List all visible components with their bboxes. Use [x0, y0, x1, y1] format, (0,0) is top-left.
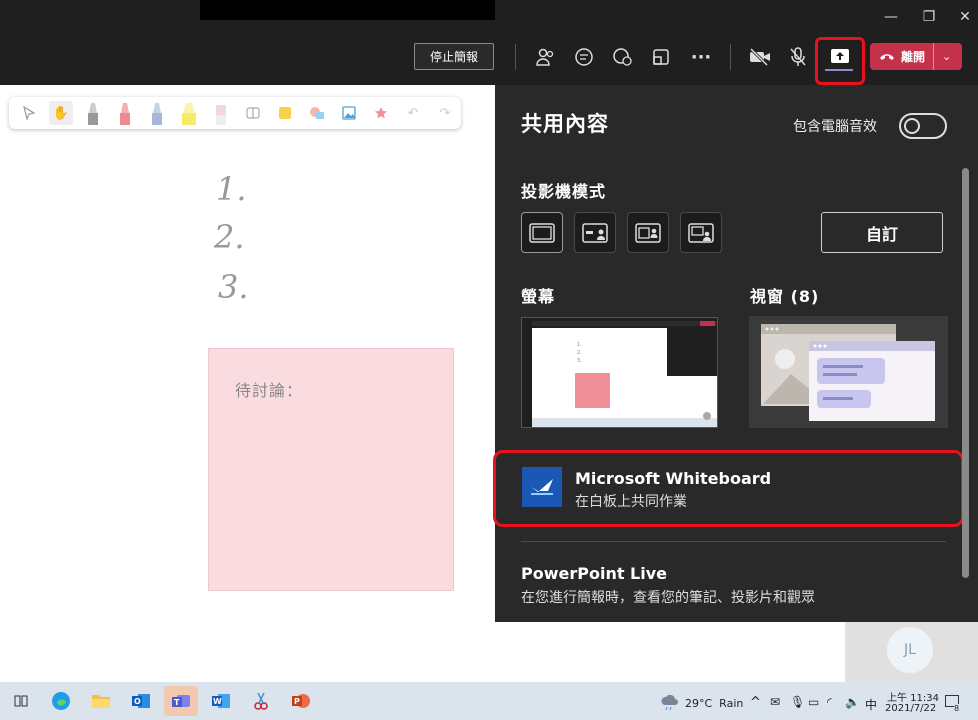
- outlook-icon[interactable]: O: [126, 686, 156, 716]
- more-icon[interactable]: ···: [686, 44, 716, 70]
- share-button-highlight: [815, 37, 865, 85]
- mic-off-icon[interactable]: [783, 44, 813, 70]
- shape-icon[interactable]: [305, 101, 329, 125]
- weather-text[interactable]: 29°C Rain: [685, 697, 743, 710]
- phone-hangup-icon: [880, 53, 894, 60]
- sticky-note-text: 待討論：: [235, 381, 304, 400]
- hand-icon[interactable]: ✋: [49, 101, 73, 125]
- screen-thumbnail[interactable]: 1. 2. 3.: [521, 317, 718, 428]
- close-button[interactable]: ✕: [946, 0, 978, 33]
- windows-section-label: 視窗 (8): [750, 287, 820, 306]
- people-icon[interactable]: [530, 44, 560, 70]
- svg-text:W: W: [213, 697, 222, 706]
- mode-reporter[interactable]: [680, 212, 722, 253]
- notification-count: 8: [954, 704, 960, 713]
- clock-date[interactable]: 2021/7/22: [885, 703, 936, 714]
- wifi-icon[interactable]: ◜: [827, 695, 832, 709]
- whiteboard-item-highlight[interactable]: [493, 450, 964, 527]
- panel-title: 共用內容: [521, 112, 609, 136]
- eraser-icon[interactable]: [209, 101, 233, 125]
- pen-blue-icon[interactable]: [145, 101, 169, 125]
- highlighter-yellow-icon[interactable]: [177, 101, 201, 125]
- select-icon[interactable]: [17, 101, 41, 125]
- screen-preview-image: 1. 2. 3.: [522, 318, 717, 427]
- teams-icon[interactable]: T: [164, 686, 198, 716]
- ime-indicator[interactable]: 中: [865, 696, 877, 713]
- svg-text:P: P: [294, 697, 300, 706]
- mode-side-by-side[interactable]: [627, 212, 669, 253]
- presenter-mode-label: 投影機模式: [521, 182, 607, 201]
- word-icon[interactable]: W: [206, 686, 236, 716]
- title-bar-redacted: [200, 0, 495, 20]
- stop-presenting-button[interactable]: 停止簡報: [414, 43, 494, 70]
- clock-time[interactable]: 上午 11:34: [887, 689, 939, 704]
- reactions-icon[interactable]: [607, 44, 637, 70]
- whiteboard-toolbar: ✋ ↶ ↷: [9, 97, 461, 129]
- mode-content-only[interactable]: [521, 212, 563, 253]
- pen-red-icon[interactable]: [113, 101, 137, 125]
- reaction-icon[interactable]: [369, 101, 393, 125]
- content-only-icon: [529, 222, 555, 243]
- leave-split-divider: [933, 43, 935, 70]
- include-audio-label: 包含電腦音效: [793, 119, 877, 135]
- toggle-knob: [904, 118, 920, 134]
- edge-icon[interactable]: [46, 686, 76, 716]
- file-explorer-icon[interactable]: [86, 686, 116, 716]
- teams-tray-icon[interactable]: ✉: [770, 695, 780, 709]
- whiteboard-line-3: 3.: [218, 268, 249, 306]
- panel-scrollbar[interactable]: [962, 168, 969, 578]
- mode-standout[interactable]: [574, 212, 616, 253]
- redo-icon[interactable]: ↷: [433, 101, 457, 125]
- windows-thumbnail[interactable]: [749, 316, 948, 428]
- powerpoint-live-title[interactable]: PowerPoint Live: [521, 564, 667, 583]
- chevron-up-icon[interactable]: ^: [750, 695, 761, 710]
- image-icon[interactable]: [337, 101, 361, 125]
- screen-section-label: 螢幕: [521, 287, 556, 306]
- leave-button[interactable]: 離開 ⌄: [870, 43, 962, 70]
- weather-icon[interactable]: [660, 694, 680, 714]
- restore-button[interactable]: ❐: [910, 0, 948, 33]
- toolbar-divider: [515, 44, 516, 70]
- chevron-down-icon[interactable]: ⌄: [942, 50, 951, 63]
- minimize-button[interactable]: —: [872, 0, 910, 33]
- camera-off-icon[interactable]: [745, 44, 775, 70]
- speaker-icon[interactable]: 🔈: [845, 695, 860, 709]
- reporter-icon: [688, 222, 714, 243]
- toolbar-divider: [730, 44, 731, 70]
- whiteboard-line-1: 1.: [216, 170, 247, 208]
- svg-text:3.: 3.: [577, 358, 582, 364]
- standout-icon: [582, 222, 608, 243]
- powerpoint-live-subtitle: 在您進行簡報時，查看您的筆記、投影片和觀眾: [521, 590, 815, 606]
- note-icon[interactable]: [273, 101, 297, 125]
- side-by-side-icon: [635, 222, 661, 243]
- mic-tray-icon[interactable]: 🎙: [790, 695, 805, 709]
- svg-text:O: O: [134, 697, 141, 706]
- undo-icon[interactable]: ↶: [401, 101, 425, 125]
- svg-text:1.: 1.: [577, 342, 582, 348]
- battery-icon[interactable]: ▭: [808, 695, 819, 709]
- svg-text:2.: 2.: [577, 350, 582, 356]
- svg-text:T: T: [174, 698, 180, 707]
- chat-icon[interactable]: [569, 44, 599, 70]
- custom-background-button[interactable]: 自訂: [821, 212, 943, 253]
- snipping-tool-icon[interactable]: [246, 686, 276, 716]
- rooms-icon[interactable]: [646, 44, 676, 70]
- ruler-icon[interactable]: [241, 101, 265, 125]
- leave-label: 離開: [901, 50, 926, 64]
- panel-divider: [521, 541, 946, 542]
- powerpoint-icon[interactable]: P: [286, 686, 316, 716]
- avatar: JL: [887, 627, 933, 673]
- pen-gray-icon[interactable]: [81, 101, 105, 125]
- windows-illustration: [749, 316, 948, 428]
- whiteboard-line-2: 2.: [214, 218, 245, 256]
- task-view-icon[interactable]: [6, 686, 36, 716]
